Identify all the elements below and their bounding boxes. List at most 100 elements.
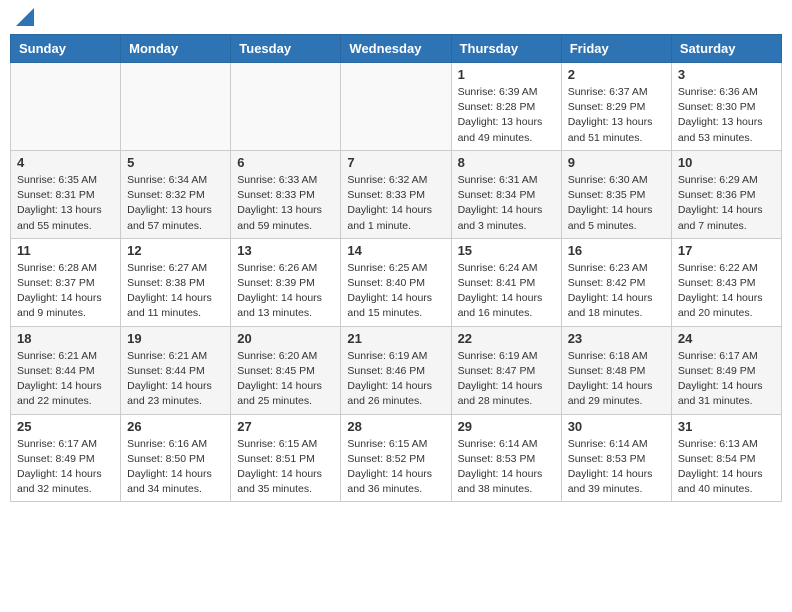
header-saturday: Saturday: [671, 35, 781, 63]
calendar-cell: 17 Sunrise: 6:22 AM Sunset: 8:43 PM Dayli…: [671, 238, 781, 326]
day-info: Sunrise: 6:21 AM Sunset: 8:44 PM Dayligh…: [17, 349, 114, 410]
day-info: Sunrise: 6:39 AM Sunset: 8:28 PM Dayligh…: [458, 85, 555, 146]
day-info: Sunrise: 6:32 AM Sunset: 8:33 PM Dayligh…: [347, 173, 444, 234]
day-number: 19: [127, 331, 224, 346]
day-number: 27: [237, 419, 334, 434]
calendar-cell: 25Sunrise: 6:17 AM Sunset: 8:49 PM Dayli…: [11, 414, 121, 502]
calendar-cell: 6Sunrise: 6:33 AM Sunset: 8:33 PM Daylig…: [231, 150, 341, 238]
week-row-5: 25Sunrise: 6:17 AM Sunset: 8:49 PM Dayli…: [11, 414, 782, 502]
calendar-cell: [341, 63, 451, 151]
calendar-cell: 2Sunrise: 6:37 AM Sunset: 8:29 PM Daylig…: [561, 63, 671, 151]
day-info: Sunrise: 6:37 AM Sunset: 8:29 PM Dayligh…: [568, 85, 665, 146]
day-info: Sunrise: 6:21 AM Sunset: 8:44 PM Dayligh…: [127, 349, 224, 410]
day-number: 18: [17, 331, 114, 346]
header-wednesday: Wednesday: [341, 35, 451, 63]
day-info: Sunrise: 6:16 AM Sunset: 8:50 PM Dayligh…: [127, 437, 224, 498]
calendar-cell: 23 Sunrise: 6:18 AM Sunset: 8:48 PM Dayli…: [561, 326, 671, 414]
day-number: 28: [347, 419, 444, 434]
day-number: 9: [568, 155, 665, 170]
day-number: 29: [458, 419, 555, 434]
day-number: 1: [458, 67, 555, 82]
day-number: 13: [237, 243, 334, 258]
day-info: Sunrise: 6:35 AM Sunset: 8:31 PM Dayligh…: [17, 173, 114, 234]
day-number: 24: [678, 331, 775, 346]
calendar-cell: 26 Sunrise: 6:16 AM Sunset: 8:50 PM Dayli…: [121, 414, 231, 502]
day-info: Sunrise: 6:19 AM Sunset: 8:47 PM Dayligh…: [458, 349, 555, 410]
day-number: 16: [568, 243, 665, 258]
calendar-cell: [11, 63, 121, 151]
header-sunday: Sunday: [11, 35, 121, 63]
calendar-cell: 18 Sunrise: 6:21 AM Sunset: 8:44 PM Dayli…: [11, 326, 121, 414]
calendar-cell: [231, 63, 341, 151]
calendar-cell: 20 Sunrise: 6:20 AM Sunset: 8:45 PM Dayli…: [231, 326, 341, 414]
day-info: Sunrise: 6:27 AM Sunset: 8:38 PM Dayligh…: [127, 261, 224, 322]
calendar-cell: 3 Sunrise: 6:36 AM Sunset: 8:30 PM Daylig…: [671, 63, 781, 151]
day-info: Sunrise: 6:18 AM Sunset: 8:48 PM Dayligh…: [568, 349, 665, 410]
calendar-cell: 19 Sunrise: 6:21 AM Sunset: 8:44 PM Dayli…: [121, 326, 231, 414]
calendar-cell: [121, 63, 231, 151]
day-number: 5: [127, 155, 224, 170]
calendar-cell: 16 Sunrise: 6:23 AM Sunset: 8:42 PM Dayli…: [561, 238, 671, 326]
day-info: Sunrise: 6:24 AM Sunset: 8:41 PM Dayligh…: [458, 261, 555, 322]
day-info: Sunrise: 6:36 AM Sunset: 8:30 PM Dayligh…: [678, 85, 775, 146]
header-monday: Monday: [121, 35, 231, 63]
day-number: 10: [678, 155, 775, 170]
calendar-cell: 4 Sunrise: 6:35 AM Sunset: 8:31 PM Daylig…: [11, 150, 121, 238]
day-info: Sunrise: 6:33 AM Sunset: 8:33 PM Dayligh…: [237, 173, 334, 234]
header-tuesday: Tuesday: [231, 35, 341, 63]
day-number: 22: [458, 331, 555, 346]
day-number: 30: [568, 419, 665, 434]
calendar-cell: 28Sunrise: 6:15 AM Sunset: 8:52 PM Dayli…: [341, 414, 451, 502]
day-info: Sunrise: 6:34 AM Sunset: 8:32 PM Dayligh…: [127, 173, 224, 234]
calendar-cell: 24Sunrise: 6:17 AM Sunset: 8:49 PM Dayli…: [671, 326, 781, 414]
day-number: 11: [17, 243, 114, 258]
header-thursday: Thursday: [451, 35, 561, 63]
day-number: 23: [568, 331, 665, 346]
day-info: Sunrise: 6:30 AM Sunset: 8:35 PM Dayligh…: [568, 173, 665, 234]
day-number: 21: [347, 331, 444, 346]
day-number: 7: [347, 155, 444, 170]
week-row-1: 1 Sunrise: 6:39 AM Sunset: 8:28 PM Daylig…: [11, 63, 782, 151]
calendar-cell: 22 Sunrise: 6:19 AM Sunset: 8:47 PM Dayli…: [451, 326, 561, 414]
calendar-cell: 7 Sunrise: 6:32 AM Sunset: 8:33 PM Daylig…: [341, 150, 451, 238]
day-number: 4: [17, 155, 114, 170]
day-info: Sunrise: 6:20 AM Sunset: 8:45 PM Dayligh…: [237, 349, 334, 410]
day-info: Sunrise: 6:14 AM Sunset: 8:53 PM Dayligh…: [568, 437, 665, 498]
day-info: Sunrise: 6:22 AM Sunset: 8:43 PM Dayligh…: [678, 261, 775, 322]
logo: [14, 10, 34, 26]
calendar-cell: 15 Sunrise: 6:24 AM Sunset: 8:41 PM Dayli…: [451, 238, 561, 326]
week-row-3: 11 Sunrise: 6:28 AM Sunset: 8:37 PM Dayli…: [11, 238, 782, 326]
calendar-table: SundayMondayTuesdayWednesdayThursdayFrid…: [10, 34, 782, 502]
day-info: Sunrise: 6:17 AM Sunset: 8:49 PM Dayligh…: [17, 437, 114, 498]
calendar-header-row: SundayMondayTuesdayWednesdayThursdayFrid…: [11, 35, 782, 63]
day-info: Sunrise: 6:25 AM Sunset: 8:40 PM Dayligh…: [347, 261, 444, 322]
day-number: 14: [347, 243, 444, 258]
calendar-cell: 12 Sunrise: 6:27 AM Sunset: 8:38 PM Dayli…: [121, 238, 231, 326]
day-number: 20: [237, 331, 334, 346]
day-info: Sunrise: 6:28 AM Sunset: 8:37 PM Dayligh…: [17, 261, 114, 322]
calendar-cell: 21 Sunrise: 6:19 AM Sunset: 8:46 PM Dayli…: [341, 326, 451, 414]
day-number: 17: [678, 243, 775, 258]
logo-triangle-icon: [16, 8, 34, 26]
day-info: Sunrise: 6:13 AM Sunset: 8:54 PM Dayligh…: [678, 437, 775, 498]
day-number: 15: [458, 243, 555, 258]
day-number: 3: [678, 67, 775, 82]
header-friday: Friday: [561, 35, 671, 63]
calendar-cell: 9 Sunrise: 6:30 AM Sunset: 8:35 PM Daylig…: [561, 150, 671, 238]
day-info: Sunrise: 6:29 AM Sunset: 8:36 PM Dayligh…: [678, 173, 775, 234]
calendar-cell: 10 Sunrise: 6:29 AM Sunset: 8:36 PM Dayli…: [671, 150, 781, 238]
calendar-cell: 11 Sunrise: 6:28 AM Sunset: 8:37 PM Dayli…: [11, 238, 121, 326]
week-row-4: 18 Sunrise: 6:21 AM Sunset: 8:44 PM Dayli…: [11, 326, 782, 414]
day-number: 31: [678, 419, 775, 434]
day-info: Sunrise: 6:19 AM Sunset: 8:46 PM Dayligh…: [347, 349, 444, 410]
week-row-2: 4 Sunrise: 6:35 AM Sunset: 8:31 PM Daylig…: [11, 150, 782, 238]
calendar-cell: 13Sunrise: 6:26 AM Sunset: 8:39 PM Dayli…: [231, 238, 341, 326]
calendar-cell: 30 Sunrise: 6:14 AM Sunset: 8:53 PM Dayli…: [561, 414, 671, 502]
day-info: Sunrise: 6:23 AM Sunset: 8:42 PM Dayligh…: [568, 261, 665, 322]
day-info: Sunrise: 6:31 AM Sunset: 8:34 PM Dayligh…: [458, 173, 555, 234]
calendar-cell: 29 Sunrise: 6:14 AM Sunset: 8:53 PM Dayli…: [451, 414, 561, 502]
day-number: 26: [127, 419, 224, 434]
day-number: 12: [127, 243, 224, 258]
calendar-cell: 14 Sunrise: 6:25 AM Sunset: 8:40 PM Dayli…: [341, 238, 451, 326]
day-info: Sunrise: 6:14 AM Sunset: 8:53 PM Dayligh…: [458, 437, 555, 498]
